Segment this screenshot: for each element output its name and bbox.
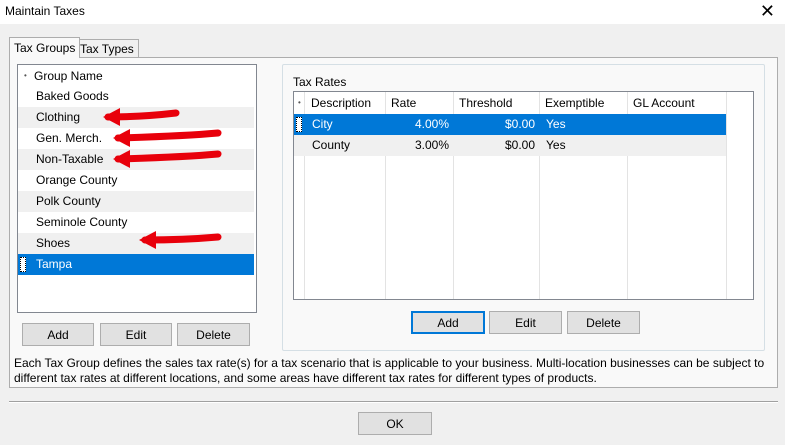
cell-gl-account (629, 135, 726, 156)
list-item-label: Tampa (36, 257, 73, 271)
delete-group-button[interactable]: Delete (177, 323, 250, 346)
group-name-header-label: Group Name (34, 69, 103, 83)
close-icon[interactable]: ✕ (760, 1, 775, 21)
list-item[interactable]: Polk County (18, 191, 254, 212)
cell-threshold: $0.00 (504, 117, 535, 131)
tab-tax-types[interactable]: Tax Types (75, 39, 139, 57)
cell-exemptible: Yes (546, 117, 566, 131)
ok-button[interactable]: OK (358, 412, 432, 435)
tab-tax-groups[interactable]: Tax Groups (9, 37, 81, 58)
column-header-description[interactable]: Description (307, 93, 385, 114)
list-item[interactable]: Orange County (18, 170, 254, 191)
cell-gl-account (629, 114, 726, 135)
cell-rate: 3.00% (414, 138, 449, 152)
row-focus-indicator (20, 257, 26, 272)
cell-threshold: $0.00 (504, 138, 535, 152)
cell-exemptible: Yes (546, 138, 566, 152)
list-item[interactable]: Shoes (18, 233, 254, 254)
table-row-selected[interactable]: City 4.00% $0.00 Yes (294, 114, 726, 135)
edit-group-button[interactable]: Edit (100, 323, 172, 346)
cell-rate: 4.00% (414, 117, 449, 131)
tax-rates-grid[interactable]: • Description Rate Threshold Exemptible … (293, 91, 754, 300)
table-row[interactable]: County 3.00% $0.00 Yes (294, 135, 726, 156)
add-group-button[interactable]: Add (22, 323, 94, 346)
grid-line (726, 92, 727, 299)
title-bar: Maintain Taxes ✕ (0, 0, 785, 24)
delete-rate-button[interactable]: Delete (567, 311, 640, 334)
list-item[interactable]: Non-Taxable (18, 149, 254, 170)
group-name-column-header[interactable]: • Group Name (18, 65, 256, 86)
window-title: Maintain Taxes (5, 4, 85, 18)
separator (9, 401, 778, 403)
list-item[interactable]: Gen. Merch. (18, 128, 254, 149)
tax-group-list[interactable]: • Group Name Baked Goods Clothing Gen. M… (17, 64, 257, 313)
tax-rates-header: • Description Rate Threshold Exemptible … (294, 92, 753, 114)
add-rate-button[interactable]: Add (411, 311, 485, 334)
tax-rates-title: Tax Rates (291, 75, 349, 89)
cell-description: City (312, 117, 333, 131)
help-description: Each Tax Group defines the sales tax rat… (14, 356, 765, 385)
list-item[interactable]: Clothing (18, 107, 254, 128)
cell-description: County (312, 138, 351, 152)
edit-rate-button[interactable]: Edit (489, 311, 562, 334)
column-header-exemptible[interactable]: Exemptible (541, 93, 627, 114)
row-focus-indicator (296, 117, 302, 132)
sort-indicator-icon: • (24, 71, 27, 80)
list-item[interactable]: Seminole County (18, 212, 254, 233)
column-header-threshold[interactable]: Threshold (455, 93, 539, 114)
column-header-rate[interactable]: Rate (387, 93, 453, 114)
sort-indicator-icon: • (298, 98, 301, 107)
list-item[interactable]: Baked Goods (18, 86, 254, 107)
column-header-gl-account[interactable]: GL Account (629, 93, 726, 114)
list-item-selected[interactable]: Tampa (18, 254, 254, 275)
